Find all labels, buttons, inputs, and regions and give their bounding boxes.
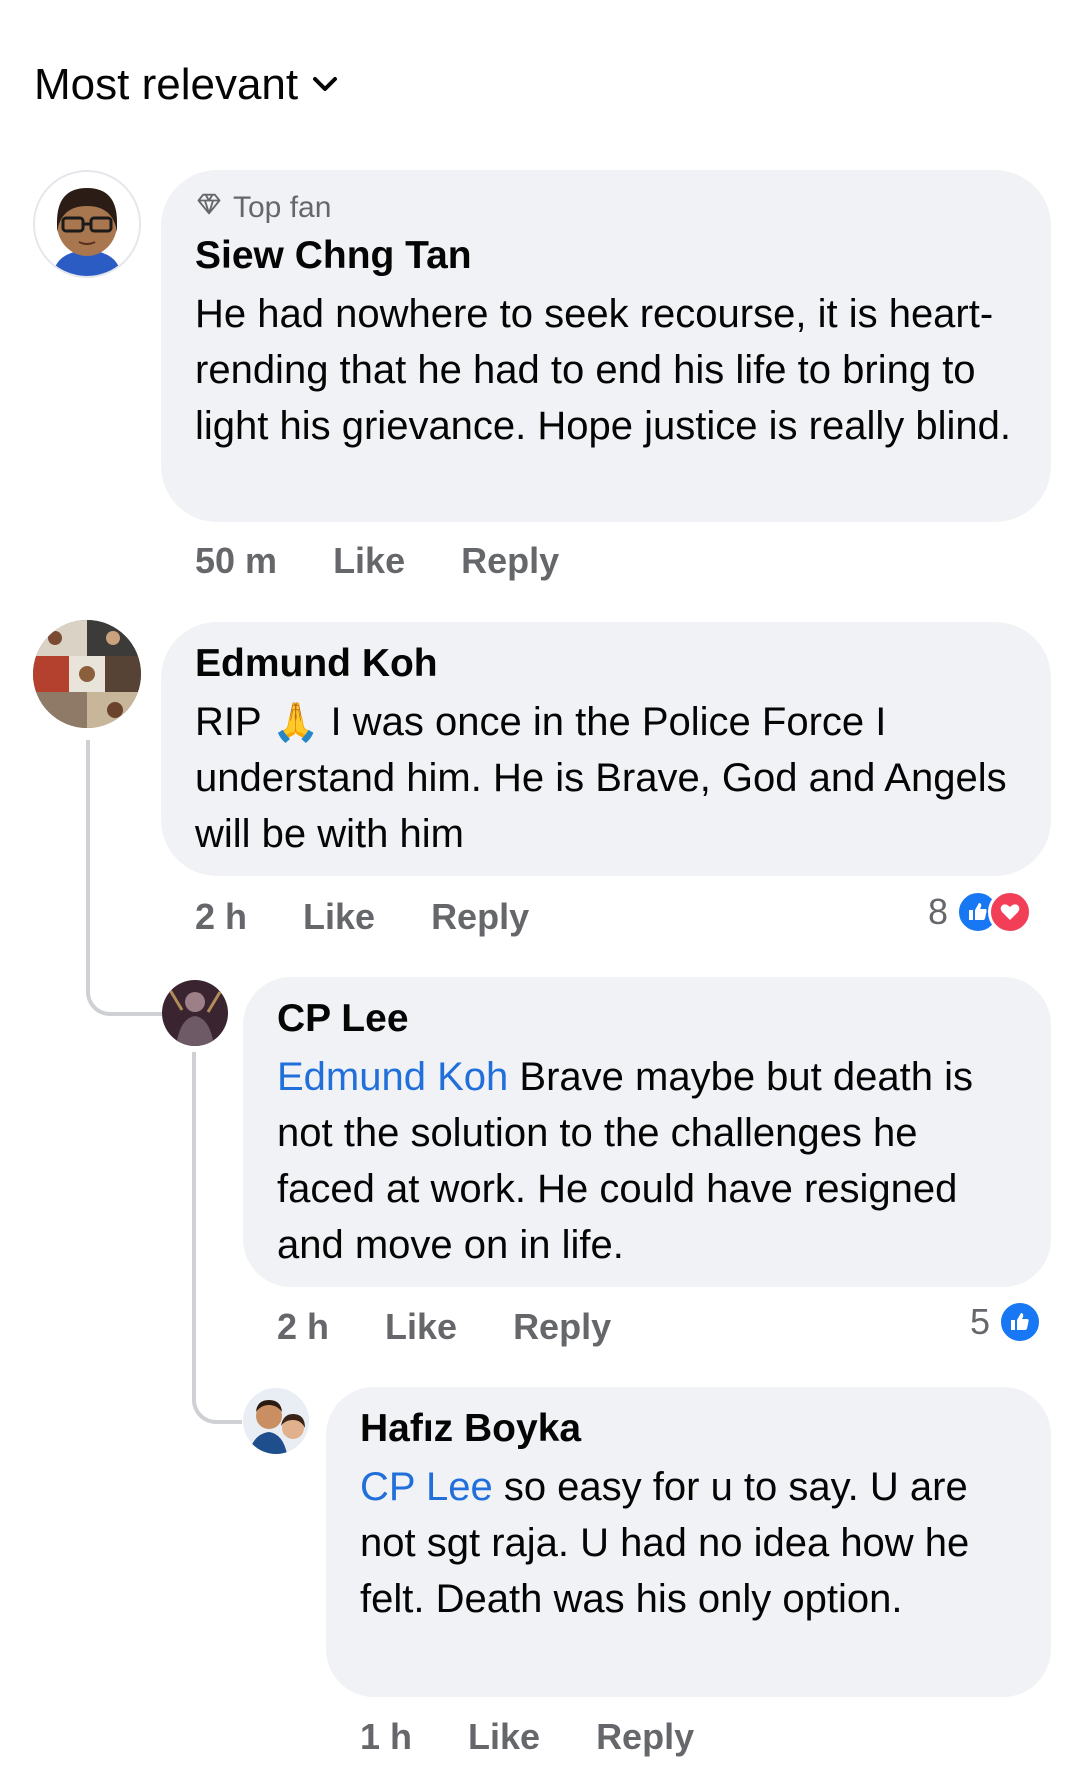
comment-text: RIP 🙏 I was once in the Police Force I u… [195, 694, 1017, 862]
avatar-siew-chng-tan[interactable] [33, 170, 141, 278]
comment-text: He had nowhere to seek recourse, it is h… [195, 292, 1011, 448]
thread-connector [86, 740, 162, 1016]
reply-button[interactable]: Reply [461, 540, 559, 582]
like-button[interactable]: Like [303, 896, 375, 938]
like-button[interactable]: Like [333, 540, 405, 582]
like-button[interactable]: Like [468, 1716, 540, 1758]
like-reaction-icon [998, 1300, 1043, 1344]
thread-connector [192, 1052, 242, 1424]
sort-dropdown[interactable]: Most relevant [34, 60, 340, 110]
avatar-cp-lee[interactable] [162, 980, 228, 1046]
comment-actions: 2 h Like Reply [277, 1306, 611, 1348]
avatar-edmund-koh[interactable] [33, 620, 141, 728]
reaction-count: 8 [928, 891, 949, 932]
comment-timestamp[interactable]: 50 m [195, 540, 277, 582]
comment-actions: 2 h Like Reply [195, 896, 529, 938]
like-button[interactable]: Like [385, 1306, 457, 1348]
mention-link[interactable]: Edmund Koh [277, 1055, 508, 1099]
comment-author[interactable]: Siew Chng Tan [195, 232, 1017, 280]
comment-actions: 1 h Like Reply [360, 1716, 694, 1758]
comment-author[interactable]: Edmund Koh [195, 640, 1017, 688]
comment-author[interactable]: CP Lee [277, 995, 1017, 1043]
comment-actions: 50 m Like Reply [195, 540, 559, 582]
sort-label: Most relevant [34, 60, 299, 109]
avatar-hafiz-boyka[interactable] [243, 1388, 309, 1454]
reply-button[interactable]: Reply [513, 1306, 611, 1348]
reply-button[interactable]: Reply [596, 1716, 694, 1758]
pray-emoji: 🙏 [272, 700, 320, 744]
comment-timestamp[interactable]: 1 h [360, 1716, 412, 1758]
diamond-icon [195, 190, 223, 226]
reaction-summary[interactable]: 8 [928, 890, 1033, 934]
comment-bubble[interactable]: Hafız Boyka CP Lee so easy for u to say.… [326, 1387, 1051, 1697]
mention-link[interactable]: CP Lee [360, 1465, 493, 1509]
comment-author[interactable]: Hafız Boyka [360, 1405, 1017, 1453]
reply-button[interactable]: Reply [431, 896, 529, 938]
comment-text-start: RIP [195, 700, 261, 744]
top-fan-badge: Top fan [195, 190, 1017, 226]
reaction-summary[interactable]: 5 [970, 1300, 1043, 1344]
reaction-count: 5 [970, 1301, 991, 1342]
comment-timestamp[interactable]: 2 h [195, 896, 247, 938]
chevron-down-icon [310, 60, 340, 110]
comment-timestamp[interactable]: 2 h [277, 1306, 329, 1348]
comment-text: Edmund Koh Brave maybe but death is not … [277, 1049, 1017, 1273]
comment-bubble[interactable]: CP Lee Edmund Koh Brave maybe but death … [243, 977, 1051, 1287]
comment-bubble[interactable]: Top fan Siew Chng Tan He had nowhere to … [161, 170, 1051, 522]
love-reaction-icon [988, 890, 1033, 934]
badge-label: Top fan [233, 191, 332, 224]
comment-text: CP Lee so easy for u to say. U are not s… [360, 1459, 1017, 1627]
comment-bubble[interactable]: Edmund Koh RIP 🙏 I was once in the Polic… [161, 622, 1051, 876]
